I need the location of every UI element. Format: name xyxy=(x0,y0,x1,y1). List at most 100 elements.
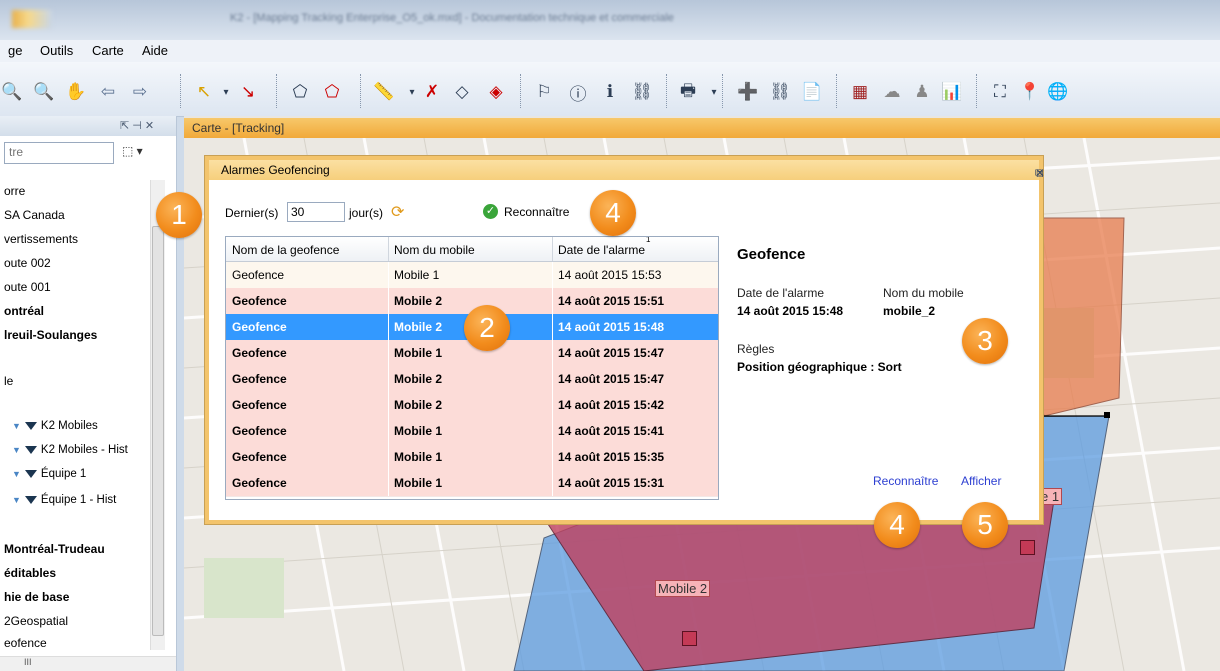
layer-item-equipe-1[interactable]: ▼ Équipe 1 xyxy=(12,468,86,480)
table-row[interactable]: Geofence Mobile 2 14 août 2015 15:47 xyxy=(226,366,718,393)
eraser-clear-icon[interactable]: ◈ xyxy=(484,80,508,104)
zoom-select-icon[interactable]: 🔍 xyxy=(32,80,56,104)
tree-item[interactable]: SA Canada xyxy=(4,208,65,222)
expand-triangle-icon[interactable]: ▼ xyxy=(12,421,21,431)
refresh-icon[interactable]: ⟳ xyxy=(391,202,404,222)
table-row[interactable]: Geofence Mobile 2 14 août 2015 15:42 xyxy=(226,392,718,419)
mobile-marker[interactable] xyxy=(1020,540,1035,555)
identify-flag-icon[interactable]: ⚐ xyxy=(532,80,556,104)
tree-item[interactable]: le xyxy=(4,374,13,388)
tree-item[interactable]: oute 002 xyxy=(4,256,51,270)
map-tab-header: Carte - [Tracking] xyxy=(184,118,1220,138)
horizontal-scrollbar[interactable]: III xyxy=(0,656,176,671)
tree-item[interactable]: hie de base xyxy=(4,590,69,604)
table-cell-geofence: Geofence xyxy=(232,450,287,464)
info-box-icon[interactable]: ℹ xyxy=(598,80,622,104)
mobile-marker[interactable] xyxy=(682,631,697,646)
calendar-alert-icon[interactable]: ▦ xyxy=(848,80,872,104)
column-separator[interactable] xyxy=(388,237,389,261)
measure-ruler-icon[interactable]: 📏 xyxy=(372,80,396,104)
days-input[interactable] xyxy=(287,202,345,222)
check-circle-icon: ✓ xyxy=(483,204,498,219)
menu-item-aide[interactable]: Aide xyxy=(142,43,168,58)
expand-triangle-icon[interactable]: ▼ xyxy=(12,445,21,455)
layer-filter-field[interactable] xyxy=(4,142,114,164)
filter-dropdown-button[interactable]: ⬚ ▾ xyxy=(122,144,143,158)
tree-item[interactable]: Montréal-Trudeau xyxy=(4,542,105,556)
park-area xyxy=(204,558,284,618)
vertex-handle[interactable] xyxy=(1104,412,1110,418)
tree-item[interactable]: oute 001 xyxy=(4,280,51,294)
details-title: Geofence xyxy=(737,246,806,263)
rules-value: Position géographique : Sort xyxy=(737,360,902,374)
expand-triangle-icon[interactable]: ▼ xyxy=(12,469,21,479)
report-icon[interactable]: 📊 xyxy=(940,80,964,104)
acknowledge-button[interactable]: ✓ Reconnaître xyxy=(483,204,569,219)
dropdown-arrow-icon[interactable]: ▾ xyxy=(214,80,238,104)
acknowledge-link[interactable]: Reconnaître xyxy=(873,474,938,488)
tree-item[interactable]: ontréal xyxy=(4,304,44,318)
users-icon[interactable]: ♟ xyxy=(910,80,934,104)
column-header-mobile[interactable]: Nom du mobile xyxy=(394,243,475,257)
callout-badge: 3 xyxy=(962,318,1008,364)
tree-item[interactable]: orre xyxy=(4,184,25,198)
cell-separator xyxy=(552,444,553,470)
menu-item-carte[interactable]: Carte xyxy=(92,43,124,58)
hyperlink-icon[interactable]: ⛓ xyxy=(630,80,654,104)
table-row[interactable]: Geofence Mobile 1 14 août 2015 15:53 xyxy=(226,262,718,289)
select-extent-icon[interactable]: ⛶ xyxy=(988,80,1012,104)
hyperlink-map-icon[interactable]: ⛓ xyxy=(768,80,792,104)
close-icon[interactable]: ✕ xyxy=(1035,166,1045,180)
locate-pin-icon[interactable]: 📍 xyxy=(1018,80,1042,104)
toolbar: 🔍 🔍 ✋ ⇦ ⇨ ↖ ▾ ↘ ⬠ ⬠ 📏 ▾ ✗ ◇ ◈ ⚐ ⓘ ℹ ⛓ 🖶 … xyxy=(0,62,1220,117)
table-row[interactable]: Geofence Mobile 1 14 août 2015 15:41 xyxy=(226,418,718,445)
back-arrow-icon[interactable]: ⇦ xyxy=(96,80,120,104)
layer-item-equipe-1-hist[interactable]: ▼ Équipe 1 - Hist xyxy=(12,494,116,506)
rules-label: Règles xyxy=(737,342,775,356)
mobile-name-label: Nom du mobile xyxy=(883,286,964,300)
globe-icon[interactable]: 🌐 xyxy=(1046,80,1070,104)
zoom-out-icon[interactable]: 🔍 xyxy=(0,80,24,104)
column-header-geofence[interactable]: Nom de la geofence xyxy=(232,243,339,257)
scrollbar-thumb[interactable] xyxy=(152,226,164,636)
table-cell-geofence: Geofence xyxy=(232,346,287,360)
layer-item-k2-mobiles-hist[interactable]: ▼ K2 Mobiles - Hist xyxy=(12,444,128,456)
tree-item[interactable]: 2Geospatial xyxy=(4,614,68,628)
document-icon[interactable]: 📄 xyxy=(800,80,824,104)
table-cell-mobile: Mobile 2 xyxy=(394,372,443,386)
layer-item-k2-mobiles[interactable]: ▼ K2 Mobiles xyxy=(12,420,98,432)
column-separator[interactable] xyxy=(552,237,553,261)
measure-clear-icon[interactable]: ✗ xyxy=(420,80,444,104)
mobile-name-value: mobile_2 xyxy=(883,304,936,318)
clear-selection-icon[interactable]: ↘ xyxy=(236,80,260,104)
cloud-icon[interactable]: ☁ xyxy=(880,80,904,104)
table-row[interactable]: Geofence Mobile 1 14 août 2015 15:35 xyxy=(226,444,718,471)
polygon-select-icon[interactable]: ⬠ xyxy=(288,80,312,104)
print-icon[interactable]: 🖶 xyxy=(676,80,700,104)
table-cell-mobile: Mobile 1 xyxy=(394,268,440,282)
info-icon[interactable]: ⓘ xyxy=(566,80,590,104)
filter-input[interactable] xyxy=(5,143,113,161)
add-layer-icon[interactable]: ➕ xyxy=(736,80,760,104)
panel-controls[interactable]: ⇱ ⊣ ✕ xyxy=(120,119,154,132)
column-header-date[interactable]: Date de l'alarme xyxy=(558,243,645,257)
tree-item[interactable]: vertissements xyxy=(4,232,78,246)
eraser-icon[interactable]: ◇ xyxy=(450,80,474,104)
tree-item[interactable]: éditables xyxy=(4,566,56,580)
select-pointer-icon[interactable]: ↖ xyxy=(192,80,216,104)
forward-arrow-icon[interactable]: ⇨ xyxy=(128,80,152,104)
tree-item[interactable]: eofence xyxy=(4,636,47,650)
polygon-clear-icon[interactable]: ⬠ xyxy=(320,80,344,104)
menu-item-outils[interactable]: Outils xyxy=(40,43,73,58)
acknowledge-label: Reconnaître xyxy=(504,204,570,219)
table-cell-date: 14 août 2015 15:53 xyxy=(558,268,662,282)
show-link[interactable]: Afficher xyxy=(961,474,1001,488)
table-header: Nom de la geofence Nom du mobile Date de… xyxy=(226,237,718,262)
callout-badge: 4 xyxy=(590,190,636,236)
menu-item-affichage[interactable]: ge xyxy=(8,43,22,58)
table-row[interactable]: Geofence Mobile 1 14 août 2015 15:31 xyxy=(226,470,718,497)
expand-triangle-icon[interactable]: ▼ xyxy=(12,495,21,505)
tree-item[interactable]: lreuil-Soulanges xyxy=(4,328,97,342)
pan-hand-icon[interactable]: ✋ xyxy=(64,80,88,104)
cell-separator xyxy=(388,470,389,496)
